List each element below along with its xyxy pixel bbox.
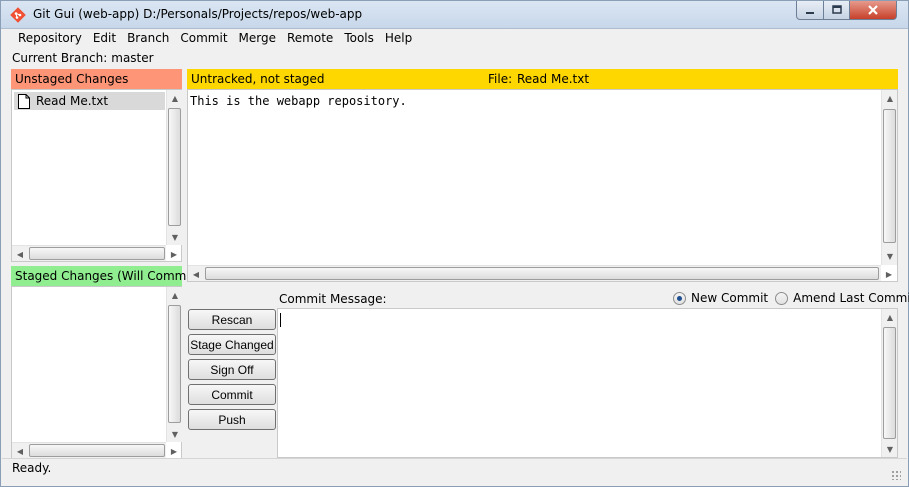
scroll-up-arrow-icon[interactable]: ▲ (882, 90, 898, 106)
amend-last-commit-radio[interactable] (775, 291, 789, 305)
unstaged-file-name[interactable]: Read Me.txt (36, 94, 108, 108)
close-icon (868, 5, 878, 15)
file-icon[interactable] (18, 93, 30, 109)
commit-button[interactable]: Commit (188, 384, 276, 405)
unstaged-horizontal-scrollbar[interactable]: ◀ ▶ (12, 245, 177, 262)
staged-horizontal-scrollbar[interactable]: ◀ ▶ (12, 442, 177, 459)
sign-off-button[interactable]: Sign Off (188, 359, 276, 380)
diff-content: This is the webapp repository. (190, 94, 407, 108)
diff-header: Untracked, not staged File: Read Me.txt (187, 69, 898, 89)
menu-merge[interactable]: Merge (233, 29, 281, 49)
menu-help[interactable]: Help (379, 29, 417, 49)
scroll-down-arrow-icon[interactable]: ▼ (882, 441, 898, 457)
menu-commit[interactable]: Commit (174, 29, 232, 49)
scroll-thumb[interactable] (168, 108, 181, 226)
staged-changes-header: Staged Changes (Will Commit) (11, 266, 199, 286)
scroll-down-arrow-icon[interactable]: ▼ (882, 248, 898, 264)
minimize-icon (806, 12, 814, 14)
new-commit-radio[interactable] (673, 291, 686, 305)
scroll-thumb[interactable] (883, 327, 896, 439)
unstaged-file-item[interactable]: Read Me.txt (14, 92, 165, 110)
diff-viewer[interactable]: This is the webapp repository. ▲ ▼ ◀ ▶ (187, 89, 898, 282)
title-bar[interactable]: Git Gui (web-app) D:/Personals/Projects/… (1, 1, 908, 29)
menu-repository[interactable]: Repository (2, 29, 87, 49)
staged-file-list[interactable]: ▲ ▼ ◀ ▶ (11, 286, 182, 459)
scroll-thumb[interactable] (883, 109, 896, 243)
close-button[interactable] (849, 1, 897, 20)
current-branch: Current Branch: master (12, 51, 154, 65)
diff-file-label: File: (488, 72, 513, 86)
scroll-down-arrow-icon[interactable]: ▼ (167, 229, 183, 245)
scroll-up-arrow-icon[interactable]: ▲ (167, 90, 183, 106)
current-branch-name: master (111, 51, 154, 65)
push-button[interactable]: Push (188, 409, 276, 430)
commit-vertical-scrollbar[interactable]: ▲ ▼ (881, 309, 897, 457)
status-bar: Ready. (2, 458, 907, 486)
scroll-thumb[interactable] (168, 305, 181, 423)
scroll-thumb[interactable] (205, 267, 879, 280)
diff-horizontal-scrollbar[interactable]: ◀ ▶ (188, 265, 892, 282)
scroll-up-arrow-icon[interactable]: ▲ (167, 287, 183, 303)
resize-grip-icon[interactable] (891, 470, 901, 480)
scroll-left-arrow-icon[interactable]: ◀ (12, 443, 28, 459)
scroll-right-arrow-icon[interactable]: ▶ (881, 266, 897, 282)
scroll-left-arrow-icon[interactable]: ◀ (188, 266, 204, 282)
commit-mode-options: New Commit Amend Last Commit (673, 291, 909, 305)
menu-bar: Repository Edit Branch Commit Merge Remo… (2, 29, 907, 49)
rescan-button[interactable]: Rescan (188, 309, 276, 330)
git-gui-window: Git Gui (web-app) D:/Personals/Projects/… (0, 0, 909, 487)
scroll-down-arrow-icon[interactable]: ▼ (167, 426, 183, 442)
menu-tools[interactable]: Tools (338, 29, 379, 49)
menu-remote[interactable]: Remote (281, 29, 338, 49)
current-branch-label: Current Branch: (12, 51, 108, 65)
commit-message-label: Commit Message: (279, 292, 387, 306)
stage-changed-button[interactable]: Stage Changed (188, 334, 276, 355)
commit-message-input[interactable]: ▲ ▼ (277, 308, 898, 458)
diff-status: Untracked, not staged (191, 72, 325, 86)
scroll-right-arrow-icon[interactable]: ▶ (166, 443, 182, 459)
text-caret (280, 313, 281, 327)
scroll-up-arrow-icon[interactable]: ▲ (882, 309, 898, 325)
unstaged-vertical-scrollbar[interactable]: ▲ ▼ (166, 90, 182, 245)
menu-edit[interactable]: Edit (87, 29, 121, 49)
amend-last-commit-label[interactable]: Amend Last Commit (793, 291, 909, 305)
new-commit-label[interactable]: New Commit (691, 291, 768, 305)
diff-vertical-scrollbar[interactable]: ▲ ▼ (881, 90, 897, 265)
diff-file-name: Read Me.txt (517, 72, 590, 86)
scroll-thumb[interactable] (29, 247, 165, 260)
scroll-thumb[interactable] (29, 444, 165, 457)
window-title: Git Gui (web-app) D:/Personals/Projects/… (33, 7, 363, 21)
maximize-button[interactable] (823, 1, 850, 20)
menu-branch[interactable]: Branch (121, 29, 174, 49)
unstaged-changes-header: Unstaged Changes (11, 69, 182, 89)
git-logo-icon (10, 7, 26, 23)
unstaged-file-list[interactable]: Read Me.txt ▲ ▼ ◀ ▶ (11, 89, 182, 262)
minimize-button[interactable] (796, 1, 824, 20)
staged-vertical-scrollbar[interactable]: ▲ ▼ (166, 287, 182, 442)
scroll-right-arrow-icon[interactable]: ▶ (166, 246, 182, 262)
maximize-icon (831, 5, 842, 14)
scroll-left-arrow-icon[interactable]: ◀ (12, 246, 28, 262)
status-text: Ready. (12, 461, 52, 475)
